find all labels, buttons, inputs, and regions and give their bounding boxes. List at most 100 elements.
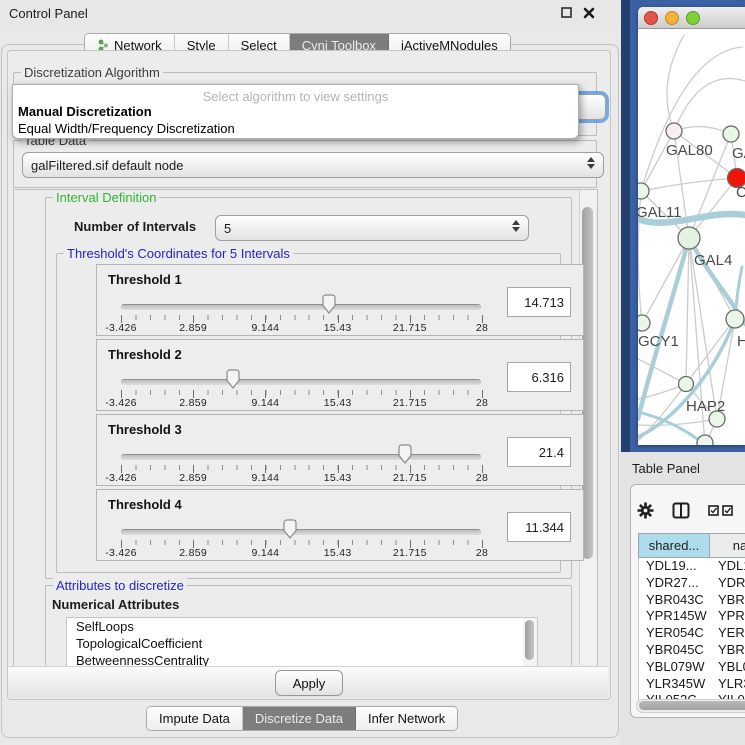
tab-discretize-data[interactable]: Discretize Data [243,707,356,730]
threshold-1-label: Threshold 1 [108,272,182,287]
threshold-4-scale: -3.4262.8599.14415.4321.71528 [121,547,482,559]
list-item-selfloops[interactable]: SelfLoops [67,618,524,635]
table-row[interactable]: YBR045CYBR045C [639,642,745,659]
node-top-right[interactable] [723,126,739,142]
close-traffic-light-icon[interactable] [644,11,658,25]
column-header-name[interactable]: name [710,534,745,557]
number-of-intervals-spinner[interactable]: 5 [215,215,529,241]
number-of-intervals-value: 5 [224,221,231,236]
label-partial-top-right: GA [732,145,745,162]
algorithm-dropdown-popup: Select algorithm to view settings Manual… [12,84,579,139]
zoom-traffic-light-icon[interactable] [686,11,700,25]
threshold-2-panel: Threshold 2 -3.4262.8599.14415.4321.7152… [96,339,584,411]
threshold-2-label: Threshold 2 [108,347,182,362]
threshold-3-slider-handle[interactable] [398,444,413,464]
apply-button[interactable]: Apply [275,670,343,696]
tab-impute-data[interactable]: Impute Data [147,707,243,730]
dropdown-option-equal-width[interactable]: Equal Width/Frequency Discretization [18,121,235,136]
network-canvas: GAL80 GA C GAL11 GAL4 GCY1 H HAP2 [638,29,745,445]
network-view-frame: GAL80 GA C GAL11 GAL4 GCY1 H HAP2 [621,0,745,452]
control-panel-titlebar: Control Panel [0,0,620,26]
node-h[interactable] [726,310,744,328]
dropdown-placeholder: Select algorithm to view settings [13,89,578,104]
label-gal80: GAL80 [666,142,713,159]
table-data-group: Table Data galFiltered.sif default node [13,140,597,188]
node-gal4[interactable] [678,227,700,249]
node-gal11[interactable] [638,183,649,199]
table-row[interactable]: YLR345WYLR345W [639,676,745,693]
threshold-1-panel: Threshold 1 -3.4262.8599.14415.4321.7152… [96,264,584,336]
table-row[interactable]: YDL19...YDL19... [639,558,745,575]
cyni-bottom-tabbar: Impute Data Discretize Data Infer Networ… [146,706,458,731]
table-body: YDL19...YDL19... YDR27...YDR27... YBR043… [638,558,745,702]
float-window-icon[interactable] [560,6,574,20]
network-window: GAL80 GA C GAL11 GAL4 GCY1 H HAP2 [638,7,745,445]
label-gal11: GAL11 [638,204,682,221]
column-header-shared-name[interactable]: shared... [639,534,710,557]
checkbox-checked-icon-1[interactable] [708,505,719,516]
apply-band: Apply [8,666,608,698]
numerical-attributes-list: SelfLoops TopologicalCoefficient Between… [66,617,525,668]
combo-updown-icon [587,157,595,169]
table-header-row: shared... name [638,533,745,558]
interval-definition-group: Interval Definition Number of Intervals … [45,197,572,579]
thresholds-group-title: Threshold's Coordinates for 5 Intervals [64,246,293,261]
table-row[interactable]: YBR043CYBR043C [639,592,745,609]
minimize-traffic-light-icon[interactable] [665,11,679,25]
label-gal4: GAL4 [694,252,732,269]
table-row[interactable]: YBL079WYBL079W [639,659,745,676]
threshold-3-panel: Threshold 3 -3.4262.8599.14415.4321.7152… [96,414,584,486]
threshold-1-slider-handle[interactable] [321,294,336,314]
threshold-1-scale: -3.4262.8599.14415.4321.71528 [121,322,482,334]
threshold-3-scale: -3.4262.8599.14415.4321.71528 [121,472,482,484]
gear-icon[interactable] [637,502,654,519]
table-data-combobox[interactable]: galFiltered.sif default node [22,152,604,178]
tab-infer-network[interactable]: Infer Network [356,707,457,730]
list-item-topologicalcoefficient[interactable]: TopologicalCoefficient [67,635,524,652]
attributes-scrollbar-thumb[interactable] [525,620,534,660]
node-hap2[interactable] [679,377,694,392]
threshold-4-panel: Threshold 4 -3.4262.8599.14415.4321.7152… [96,489,584,561]
label-partial-mid-right: C [736,184,745,201]
node-table: shared... name YDL19...YDL19... YDR27...… [638,533,745,702]
numerical-attributes-heading: Numerical Attributes [52,597,179,612]
table-row[interactable]: YDR27...YDR27... [639,575,745,592]
threshold-4-label: Threshold 4 [108,497,182,512]
table-panel-toolbar [637,499,733,521]
horizontal-scrollbar-thumb[interactable] [639,701,745,710]
threshold-4-value-field[interactable]: 11.344 [507,512,571,542]
checkbox-checked-icon-2[interactable] [722,505,733,516]
table-horizontal-scrollbar[interactable] [636,699,745,713]
table-panel: shared... name YDL19...YDL19... YDR27...… [630,484,745,718]
node-gcy1[interactable] [638,315,650,331]
dropdown-option-manual-discretization[interactable]: Manual Discretization [18,104,152,119]
algorithm-group-title: Discretization Algorithm [21,65,163,80]
table-data-selected-value: galFiltered.sif default node [31,158,183,173]
threshold-2-value-field[interactable]: 6.316 [507,362,571,392]
node-gal80[interactable] [666,123,682,139]
network-window-titlebar[interactable] [638,7,745,29]
panel-title: Control Panel [9,6,88,21]
threshold-3-label: Threshold 3 [108,422,182,437]
checkbox-icons [708,505,733,516]
table-row[interactable]: YPR145WYPR145W [639,608,745,625]
threshold-2-scale: -3.4262.8599.14415.4321.71528 [121,397,482,409]
network-frame-dark-strip [621,0,630,452]
attributes-list-scrollbar[interactable] [523,617,538,668]
attributes-group-title: Attributes to discretize [53,578,187,593]
attributes-group: Attributes to discretize Numerical Attri… [45,585,572,666]
application-root: Control Panel Network Style Select Cyni … [0,0,745,745]
label-hap2: HAP2 [686,398,725,415]
split-columns-icon[interactable] [672,502,690,519]
node-bottom-2[interactable] [697,435,713,445]
label-h: H [737,333,745,350]
close-icon[interactable] [582,6,596,20]
threshold-4-slider-handle[interactable] [283,519,298,539]
label-gcy1: GCY1 [638,333,679,350]
table-row[interactable]: YER054CYER054C [639,625,745,642]
threshold-3-value-field[interactable]: 21.4 [507,437,571,467]
threshold-2-slider-handle[interactable] [225,369,240,389]
threshold-1-value-field[interactable]: 14.713 [507,287,571,317]
table-panel-title: Table Panel [632,461,700,476]
number-of-intervals-label: Number of Intervals [74,219,196,234]
